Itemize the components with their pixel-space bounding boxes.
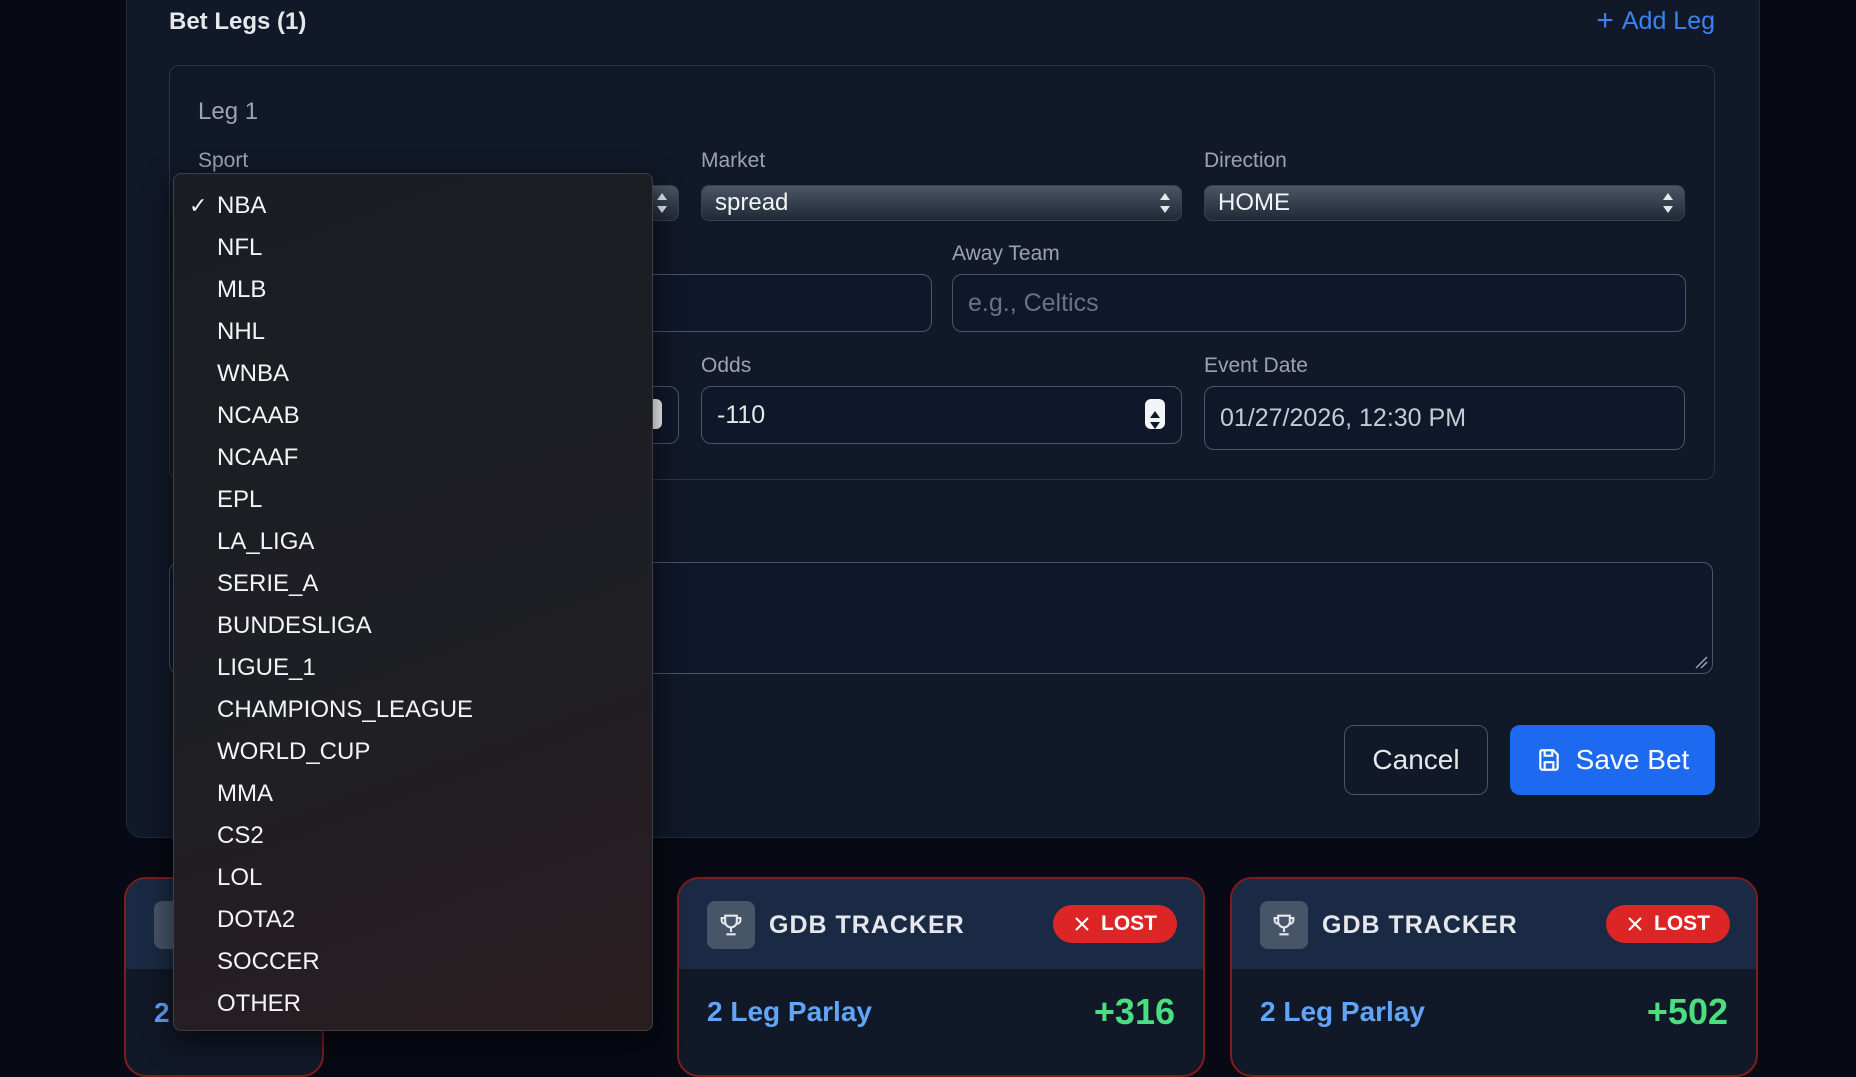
event-date-label: Event Date (1204, 354, 1308, 377)
status-badge: LOST (1606, 905, 1730, 943)
option-label: NBA (217, 192, 267, 219)
sport-option[interactable]: DOTA2 (174, 899, 652, 941)
sport-option[interactable]: WNBA (174, 353, 652, 395)
bet-legs-heading: Bet Legs (1) (169, 8, 307, 35)
direction-label: Direction (1204, 149, 1287, 172)
status-label: LOST (1101, 912, 1157, 935)
status-badge: LOST (1053, 905, 1177, 943)
odds-label: Odds (701, 354, 752, 377)
card-title: GDB TRACKER (769, 911, 965, 939)
status-label: LOST (1654, 912, 1710, 935)
sport-dropdown-menu: ✓ NBA NFL MLB NHL WNBA NCAAB NCAAF EPL LA… (173, 173, 653, 1031)
sport-option[interactable]: MLB (174, 269, 652, 311)
cancel-button[interactable]: Cancel (1344, 725, 1488, 795)
event-date-input[interactable]: 01/27/2026, 12:30 PM (1204, 386, 1685, 450)
stepper-arrows-icon (1150, 411, 1160, 429)
trophy-icon (707, 901, 755, 949)
save-icon (1538, 749, 1559, 771)
bet-card[interactable]: GDB TRACKER LOST 2 Leg Parlay +316 (677, 877, 1205, 1077)
close-icon (1075, 917, 1089, 931)
sport-option[interactable]: CHAMPIONS_LEAGUE (174, 689, 652, 731)
sport-option[interactable]: ✓ NBA (174, 185, 652, 227)
away-team-input[interactable]: e.g., Celtics (952, 274, 1686, 332)
bet-card[interactable]: GDB TRACKER LOST 2 Leg Parlay +502 (1230, 877, 1758, 1077)
sport-option[interactable]: WORLD_CUP (174, 731, 652, 773)
sport-option[interactable]: OTHER (174, 983, 652, 1025)
direction-value: HOME (1218, 189, 1290, 216)
select-arrows-icon (1160, 193, 1170, 213)
sport-option[interactable]: MMA (174, 773, 652, 815)
card-name: 2 (154, 997, 170, 1028)
select-arrows-icon (1663, 193, 1673, 213)
leg-title: Leg 1 (198, 98, 259, 125)
trophy-icon (1260, 901, 1308, 949)
save-bet-label: Save Bet (1575, 744, 1690, 775)
sport-option[interactable]: LIGUE_1 (174, 647, 652, 689)
direction-select[interactable]: HOME (1204, 185, 1685, 221)
sport-option[interactable]: NCAAB (174, 395, 652, 437)
card-odds: +316 (1093, 991, 1175, 1032)
market-value: spread (715, 189, 789, 216)
close-icon (1628, 917, 1642, 931)
odds-input[interactable]: -110 (701, 386, 1182, 444)
resize-handle-icon[interactable] (1694, 655, 1708, 669)
sport-option[interactable]: LOL (174, 857, 652, 899)
sport-label: Sport (198, 149, 249, 172)
card-name: 2 Leg Parlay (707, 996, 872, 1027)
sport-option[interactable]: LA_LIGA (174, 521, 652, 563)
card-title: GDB TRACKER (1322, 911, 1518, 939)
sport-option[interactable]: NCAAF (174, 437, 652, 479)
away-team-label: Away Team (952, 242, 1060, 265)
odds-stepper[interactable] (1145, 399, 1165, 429)
card-name: 2 Leg Parlay (1260, 996, 1425, 1027)
sport-option[interactable]: BUNDESLIGA (174, 605, 652, 647)
sport-option[interactable]: EPL (174, 479, 652, 521)
checkmark-icon: ✓ (189, 193, 208, 218)
sport-option[interactable]: SOCCER (174, 941, 652, 983)
save-bet-button[interactable]: Save Bet (1510, 725, 1715, 795)
odds-value: -110 (717, 401, 766, 429)
market-label: Market (701, 149, 766, 172)
sport-option[interactable]: NHL (174, 311, 652, 353)
sport-option[interactable]: SERIE_A (174, 563, 652, 605)
card-odds: +502 (1646, 991, 1728, 1032)
plus-icon: + (1596, 4, 1614, 37)
sport-option[interactable]: NFL (174, 227, 652, 269)
select-arrows-icon (657, 193, 667, 213)
add-leg-button[interactable]: + Add Leg (1596, 6, 1715, 36)
market-select[interactable]: spread (701, 185, 1182, 221)
sport-option[interactable]: CS2 (174, 815, 652, 857)
add-leg-label: Add Leg (1621, 6, 1715, 35)
